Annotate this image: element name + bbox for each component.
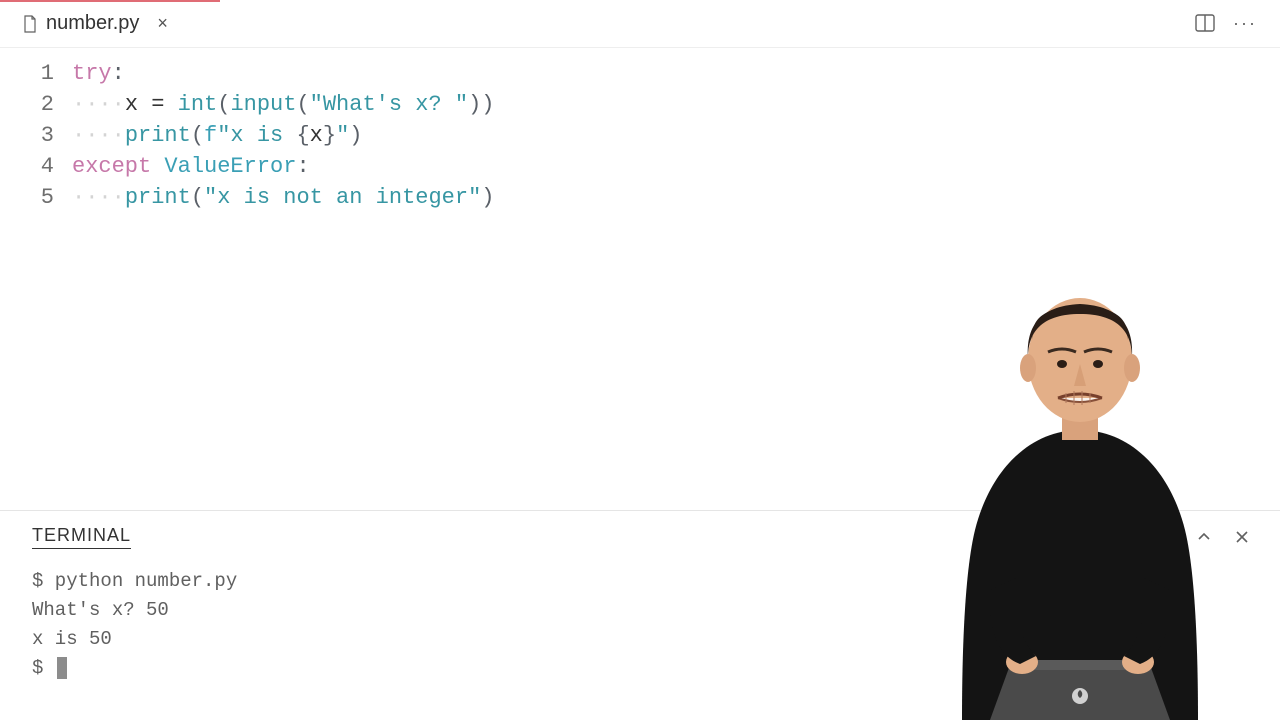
terminal-cursor: [57, 657, 67, 679]
editor-header-actions: ···: [1194, 12, 1256, 34]
code-content[interactable]: ····print("x is not an integer"): [72, 182, 494, 213]
terminal-line: x is 50: [32, 625, 1252, 654]
code-line[interactable]: 3····print(f"x is {x}"): [0, 120, 1280, 151]
code-editor[interactable]: 1try:2····x = int(input("What's x? "))3·…: [0, 52, 1280, 510]
terminal-line: $ python number.py: [32, 567, 1252, 596]
terminal-output[interactable]: $ python number.pyWhat's x? 50x is 50$: [32, 567, 1252, 683]
line-number: 1: [0, 58, 72, 89]
code-content[interactable]: except ValueError:: [72, 151, 310, 182]
line-number: 3: [0, 120, 72, 151]
terminal-tab[interactable]: TERMINAL: [32, 525, 131, 549]
split-editor-icon[interactable]: [1194, 12, 1216, 34]
code-line[interactable]: 4except ValueError:: [0, 151, 1280, 182]
tab-bar: number.py × ···: [0, 0, 1280, 48]
code-content[interactable]: ····x = int(input("What's x? ")): [72, 89, 495, 120]
line-number: 4: [0, 151, 72, 182]
code-content[interactable]: ····print(f"x is {x}"): [72, 120, 362, 151]
close-panel-icon[interactable]: [1232, 527, 1252, 547]
more-icon[interactable]: ···: [1234, 12, 1256, 34]
file-icon: [22, 15, 38, 33]
terminal-line: $: [32, 654, 1252, 683]
terminal-actions: [1194, 527, 1252, 547]
line-number: 2: [0, 89, 72, 120]
code-line[interactable]: 2····x = int(input("What's x? ")): [0, 89, 1280, 120]
code-content[interactable]: try:: [72, 58, 125, 89]
close-icon[interactable]: ×: [151, 11, 174, 36]
chevron-up-icon[interactable]: [1194, 527, 1214, 547]
tab-number-py[interactable]: number.py ×: [10, 5, 186, 42]
tab-filename: number.py: [46, 12, 139, 35]
terminal-panel: TERMINAL $ python number.pyWhat's x? 50x…: [0, 510, 1280, 720]
terminal-line: What's x? 50: [32, 596, 1252, 625]
code-line[interactable]: 1try:: [0, 58, 1280, 89]
code-line[interactable]: 5····print("x is not an integer"): [0, 182, 1280, 213]
line-number: 5: [0, 182, 72, 213]
